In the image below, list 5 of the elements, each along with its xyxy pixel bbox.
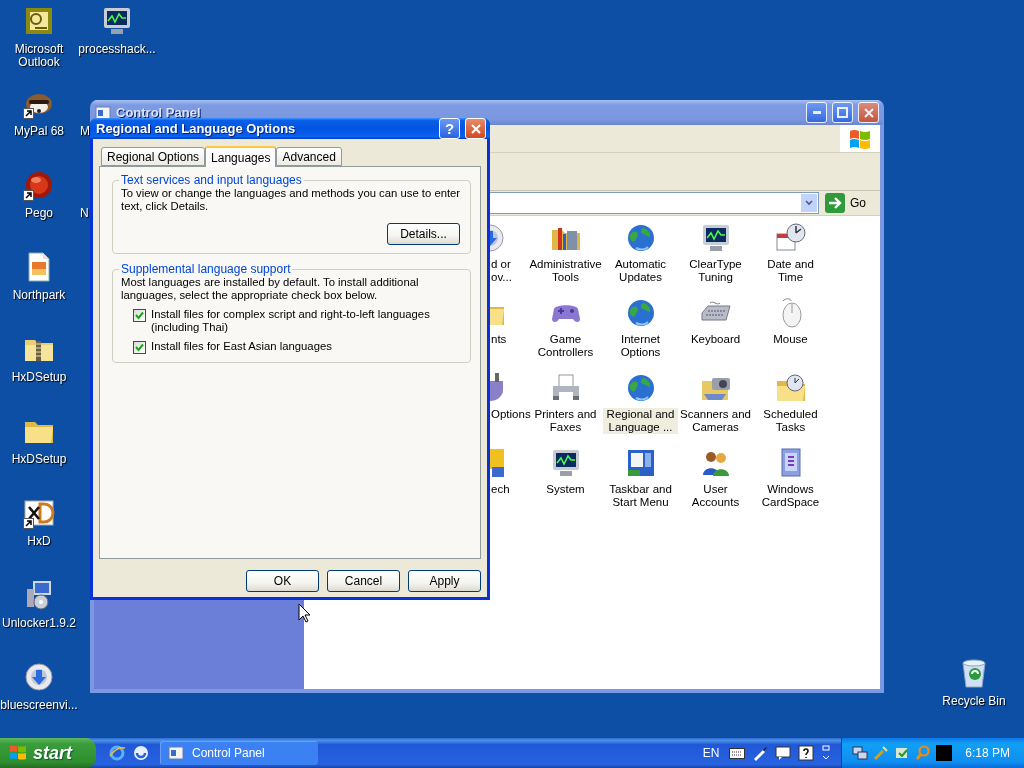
group-description: Most languages are installed by default. To install additional languages, select the appropriate check box below.	[121, 276, 420, 302]
group-description: To view or change the languages and methods you can use to enter text, click Details.	[121, 187, 462, 213]
group-title: Supplemental language support	[120, 262, 292, 276]
group-title: Text services and input languages	[120, 173, 303, 187]
dialog-window: Regional and Language Options ? Regional Options Languages Advanced Text services and input languages To view or change the languages and methods you can use to enter text, click Details. Details... Supplemental language support Most languages are installed by default. To install additional languages, select the appropriate check box below. Install files for complex script and right-to-left languages (including Thai) Install files for East Asian languages OK Cancel Apply	[90, 118, 490, 600]
